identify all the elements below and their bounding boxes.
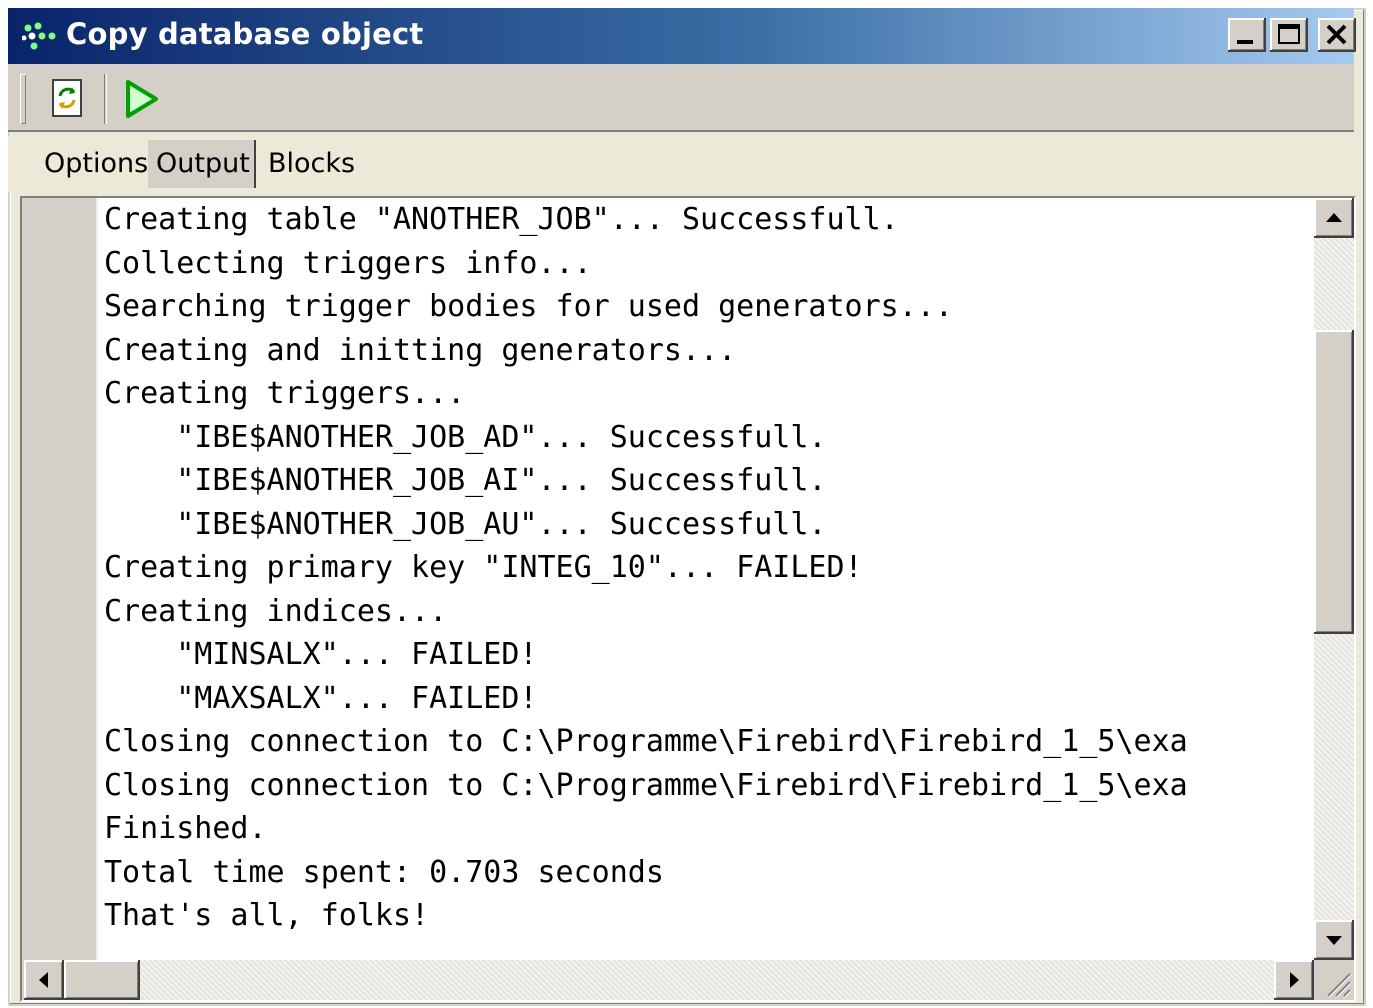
minimize-button[interactable] [1228,18,1266,52]
output-line: "IBE$ANOTHER_JOB_AD"... Successfull. [104,419,827,455]
output-panel[interactable]: Creating table "ANOTHER_JOB"... Successf… [20,196,1356,1002]
run-button[interactable] [118,74,168,124]
scroll-left-button[interactable] [24,960,64,1000]
toolbar-grip[interactable] [20,74,26,124]
output-line: Searching trigger bodies for used genera… [104,289,953,324]
maximize-icon [1278,24,1300,44]
output-text[interactable]: Creating table "ANOTHER_JOB"... Successf… [104,198,1312,938]
output-line: Creating indices... [104,593,448,629]
resize-grip-icon [1327,973,1352,998]
tab-options[interactable]: Options [36,140,148,188]
scroll-up-button[interactable] [1314,198,1354,238]
tab-blocks[interactable]: Blocks [260,140,368,188]
output-line: Creating table "ANOTHER_JOB"... Successf… [104,202,899,237]
vertical-scroll-thumb[interactable] [1314,330,1354,634]
vertical-scrollbar[interactable] [1314,198,1354,960]
scroll-down-button[interactable] [1314,920,1354,960]
run-icon [126,80,158,118]
output-line: "MAXSALX"... FAILED! [104,680,538,716]
tab-output[interactable]: Output [148,140,256,188]
output-line: "MINSALX"... FAILED! [104,637,538,672]
arrow-left-icon [39,972,48,988]
title-bar[interactable]: Copy database object [8,8,1356,64]
output-line: Closing connection to C:\Programme\Fireb… [104,767,1188,803]
size-grip[interactable] [1314,960,1354,1000]
horizontal-scroll-thumb[interactable] [64,960,140,1000]
line-gutter [22,198,98,1000]
refresh-button[interactable] [42,74,92,124]
output-line: Creating triggers... [104,376,466,411]
arrow-right-icon [1290,972,1299,988]
close-icon [1326,24,1347,45]
refresh-icon [52,79,82,117]
toolbar-separator [104,74,107,124]
output-line: "IBE$ANOTHER_JOB_AU"... Successfull. [104,506,827,542]
app-icon [22,22,56,50]
output-line: Collecting triggers info... [104,245,592,281]
toolbar [8,64,1354,132]
output-line: "IBE$ANOTHER_JOB_AI"... Successfull. [104,463,827,498]
tab-strip: Options Output Blocks [8,136,1354,192]
minimize-icon [1237,40,1253,44]
output-line: Finished. [104,811,267,846]
output-line: Closing connection to C:\Programme\Fireb… [104,724,1188,759]
close-button[interactable] [1318,18,1356,52]
horizontal-scrollbar[interactable] [24,960,1314,1000]
window-title: Copy database object [66,17,424,51]
output-line: Creating and initting generators... [104,332,737,368]
arrow-up-icon [1326,213,1342,222]
output-line: That's all, folks! [104,898,430,933]
scroll-right-button[interactable] [1274,960,1314,1000]
arrow-down-icon [1326,936,1342,945]
maximize-button[interactable] [1270,18,1308,52]
output-line: Creating primary key "INTEG_10"... FAILE… [104,550,863,585]
output-line: Total time spent: 0.703 seconds [104,854,664,890]
